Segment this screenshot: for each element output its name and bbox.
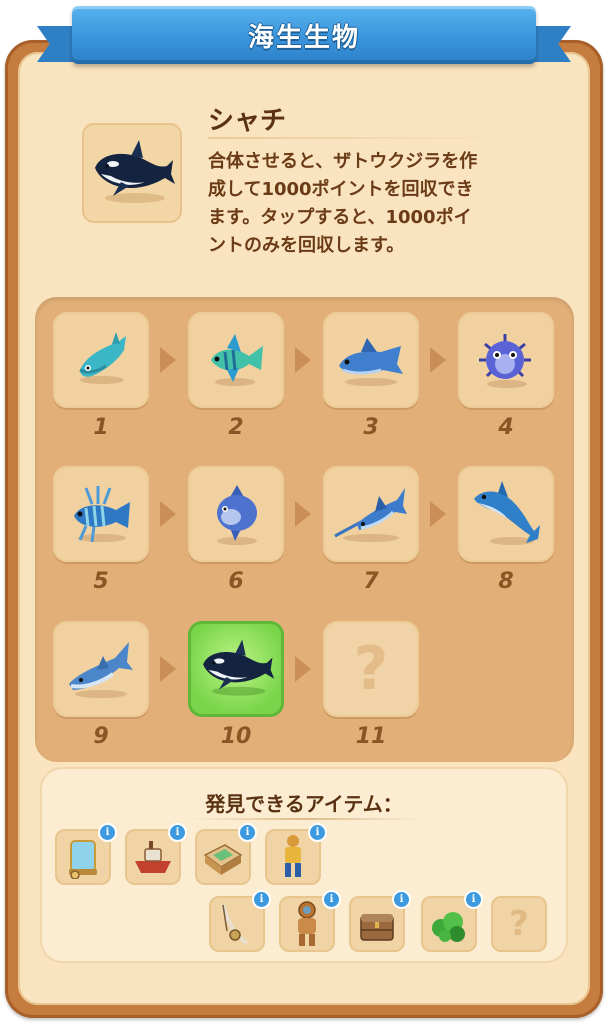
chain-tile-6[interactable] (188, 466, 284, 562)
info-badge-icon[interactable]: i (238, 823, 257, 842)
level-number: 10 (220, 724, 252, 749)
description-line: 合体させると、ザトウクジラを作 (208, 151, 478, 172)
wolf-fish-icon (339, 338, 403, 386)
chain-arrow (295, 347, 311, 373)
chain-arrow (295, 656, 311, 682)
name-divider (208, 137, 508, 139)
discover-item-treasure-chest[interactable]: i (349, 890, 411, 952)
items-divider (190, 818, 420, 820)
chain-arrow (160, 347, 176, 373)
chain-arrow (160, 501, 176, 527)
info-badge-icon[interactable]: i (464, 890, 483, 909)
boat-icon (135, 841, 171, 873)
catfish-icon (79, 332, 126, 384)
aquarium-tank-icon (69, 840, 97, 879)
seaweed-icon (432, 912, 465, 942)
discover-item-diving-suit[interactable]: i (279, 890, 341, 952)
chain-arrow (430, 501, 446, 527)
discover-item-diver[interactable]: i (265, 823, 327, 885)
diver-figure-icon (285, 835, 301, 877)
level-number: 5 (93, 569, 109, 594)
info-badge-icon[interactable]: i (252, 890, 271, 909)
diving-suit-icon (298, 901, 316, 946)
item-description: 合体させると、ザトウクジラを作 成して1000ポイントを回収でき ます。タップす… (208, 148, 548, 260)
chain-arrow (430, 347, 446, 373)
level-number: 9 (93, 724, 109, 749)
info-badge-icon[interactable]: i (98, 823, 117, 842)
selected-item-tile (82, 123, 182, 223)
orca-icon (203, 639, 275, 696)
discover-item-aquarium[interactable]: i (55, 823, 117, 885)
shark-icon (69, 642, 133, 698)
question-mark-icon: ? (353, 634, 389, 704)
sunfish-icon (217, 485, 257, 545)
dialog-title: 海生生物 (247, 22, 360, 53)
discover-item-boat[interactable]: i (125, 823, 187, 885)
level-number: 1 (93, 415, 109, 440)
description-line: ます。タップすると、1000ポイ (208, 207, 472, 228)
chain-tile-2[interactable] (188, 312, 284, 408)
discover-item-fishing-rod[interactable]: i (209, 890, 271, 952)
discover-item-unknown[interactable]: ? (491, 896, 547, 952)
discover-item-box[interactable]: i (195, 823, 257, 885)
level-number: 4 (498, 415, 514, 440)
question-mark-icon: ? (509, 904, 529, 944)
chain-tile-11-unknown[interactable]: ? (323, 621, 419, 717)
treasure-chest-icon (360, 914, 394, 941)
chain-tile-4[interactable] (458, 312, 554, 408)
level-number: 11 (355, 724, 387, 749)
chain-tile-1[interactable] (53, 312, 149, 408)
angelfish-icon (211, 334, 263, 386)
info-badge-icon[interactable]: i (322, 890, 341, 909)
chain-arrow (295, 501, 311, 527)
level-number: 6 (228, 569, 244, 594)
swordfish-icon (334, 488, 407, 542)
discoverable-items-title: 発見できるアイテム： (205, 792, 403, 816)
chain-tile-9[interactable] (53, 621, 149, 717)
level-number: 2 (228, 415, 244, 440)
description-line: 成して1000ポイントを回収でき (208, 179, 474, 200)
info-badge-icon[interactable]: i (392, 890, 411, 909)
box-icon (203, 844, 243, 875)
level-number: 8 (498, 569, 514, 594)
fishing-rod-icon (221, 904, 249, 945)
chain-tile-10-selected[interactable] (188, 621, 284, 717)
chain-tile-8[interactable] (458, 466, 554, 562)
description-line: ントのみを回収します。 (208, 235, 405, 256)
title-ribbon: 海生生物 (72, 6, 536, 64)
chain-arrow (160, 656, 176, 682)
level-number: 3 (363, 415, 379, 440)
discover-item-seaweed[interactable]: i (421, 890, 483, 952)
level-number: 7 (363, 569, 379, 594)
info-badge-icon[interactable]: i (168, 823, 187, 842)
info-badge-icon[interactable]: i (308, 823, 327, 842)
lionfish-icon (74, 486, 130, 543)
dolphin-icon (474, 481, 540, 545)
chain-tile-3[interactable] (323, 312, 419, 408)
chain-tile-5[interactable] (53, 466, 149, 562)
item-name: シャチ (208, 106, 287, 136)
orca-icon (95, 140, 175, 203)
chain-tile-7[interactable] (323, 466, 419, 562)
pufferfish-icon (479, 334, 531, 388)
